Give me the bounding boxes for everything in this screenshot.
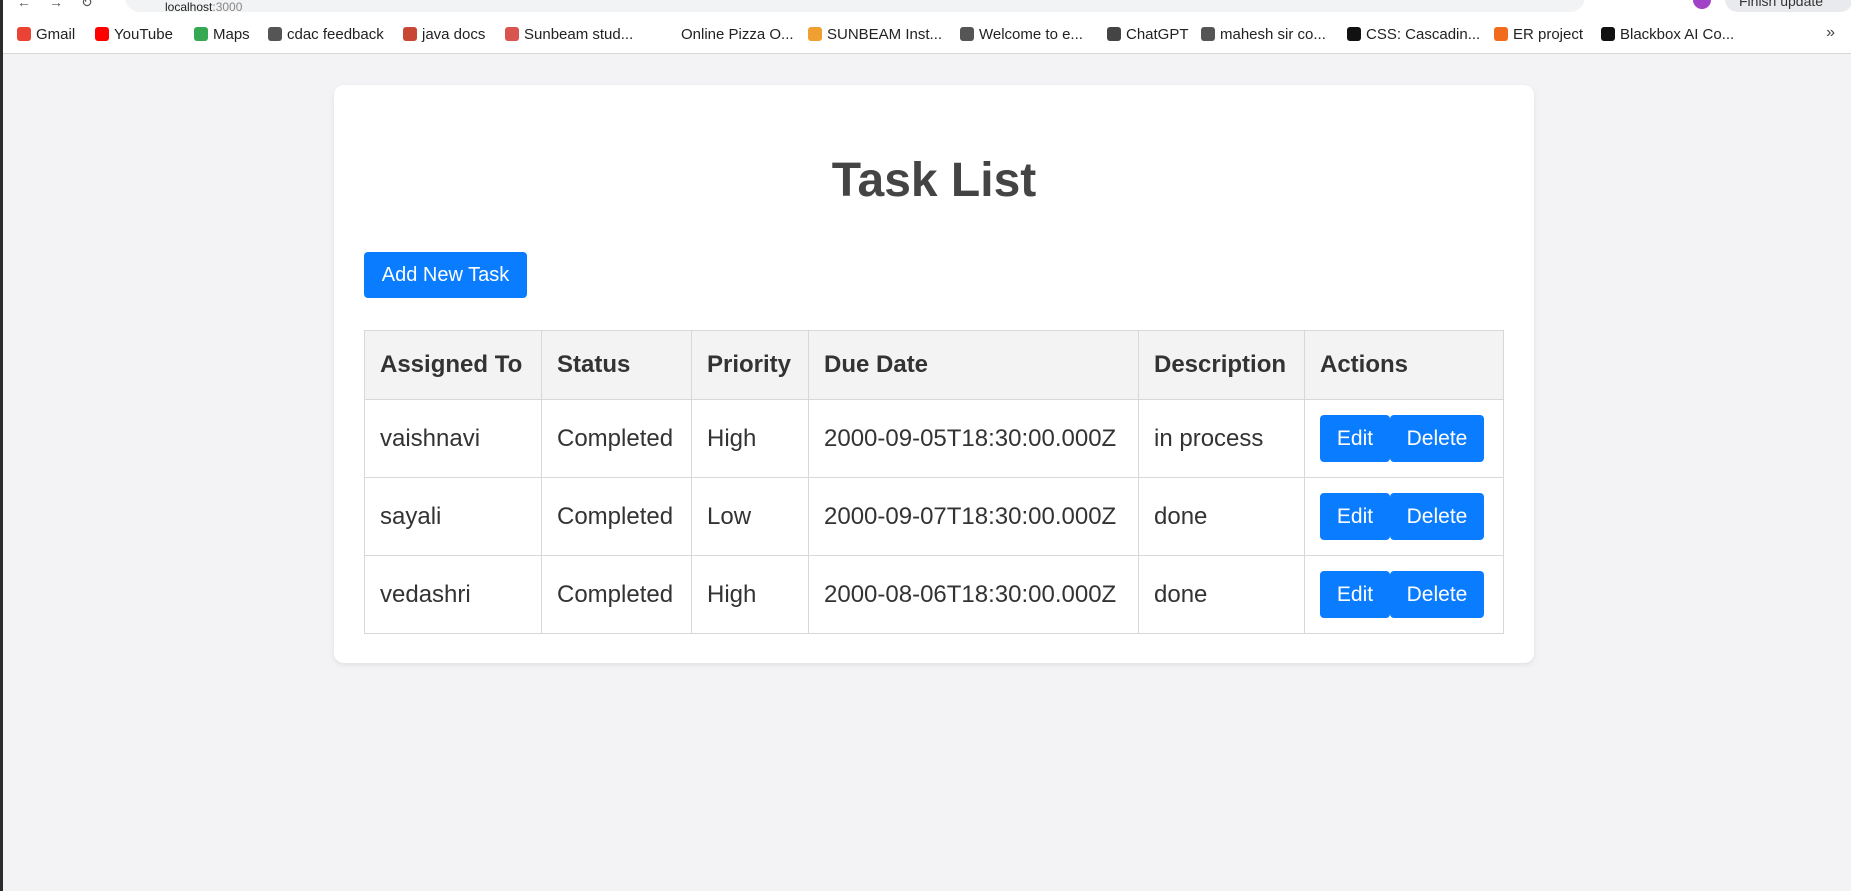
bookmark-item[interactable]: YouTube bbox=[95, 24, 173, 44]
bookmark-item[interactable]: Maps bbox=[194, 24, 250, 44]
window-edge bbox=[0, 0, 3, 891]
bookmark-label: cdac feedback bbox=[287, 25, 384, 43]
cell-priority: Low bbox=[691, 477, 809, 556]
bookmark-label: Sunbeam stud... bbox=[524, 25, 634, 43]
delete-button[interactable]: Delete bbox=[1390, 571, 1484, 618]
more-bookmarks-icon[interactable]: » bbox=[1826, 24, 1835, 42]
page-title: Task List bbox=[831, 154, 1037, 207]
gmail-icon bbox=[17, 27, 31, 41]
bookmark-item[interactable]: ChatGPT bbox=[1107, 24, 1189, 44]
bookmark-label: Gmail bbox=[36, 25, 76, 43]
edit-button[interactable]: Edit bbox=[1320, 415, 1390, 462]
header-status: Status bbox=[541, 330, 692, 400]
bookmark-label: CSS: Cascadin... bbox=[1366, 25, 1481, 43]
header-actions: Actions bbox=[1304, 330, 1504, 400]
bookmark-label: Maps bbox=[213, 25, 250, 43]
cell-due-date: 2000-08-06T18:30:00.000Z bbox=[808, 555, 1139, 634]
cell-priority: High bbox=[691, 555, 809, 634]
globe-icon bbox=[268, 27, 282, 41]
cell-due-date: 2000-09-07T18:30:00.000Z bbox=[808, 477, 1139, 556]
bookmark-label: SUNBEAM Inst... bbox=[827, 25, 943, 43]
cell-description: in process bbox=[1138, 399, 1305, 478]
cell-status: Completed bbox=[541, 477, 692, 556]
cell-assigned-to: vaishnavi bbox=[364, 399, 542, 478]
bookmark-item[interactable]: java docs bbox=[403, 24, 485, 44]
bookmark-label: mahesh sir co... bbox=[1220, 25, 1326, 43]
profile-avatar[interactable] bbox=[1693, 0, 1711, 9]
forward-icon[interactable]: → bbox=[49, 0, 63, 10]
bookmark-label: Online Pizza O... bbox=[681, 25, 794, 43]
globe-icon bbox=[1201, 27, 1215, 41]
chatgpt-icon bbox=[1107, 27, 1121, 41]
bookmark-item[interactable]: Gmail bbox=[17, 24, 75, 44]
bookmark-item[interactable]: Welcome to e... bbox=[960, 24, 1083, 44]
cell-assigned-to: vedashri bbox=[364, 555, 542, 634]
bookmark-item[interactable]: CSS: Cascadin... bbox=[1347, 24, 1480, 44]
bookmarks-bar: » Gmail YouTube Maps cdac feedback java docs… bbox=[3, 14, 1851, 54]
cell-due-date: 2000-09-05T18:30:00.000Z bbox=[808, 399, 1139, 478]
bookmark-item[interactable]: ER project bbox=[1494, 24, 1583, 44]
cell-priority: High bbox=[691, 399, 809, 478]
bookmark-label: YouTube bbox=[114, 25, 173, 43]
task-card: Task List Add New Task Assigned To Statu… bbox=[334, 85, 1534, 663]
bookmark-item[interactable]: SUNBEAM Inst... bbox=[808, 24, 942, 44]
bookmark-item[interactable]: Sunbeam stud... bbox=[505, 24, 633, 44]
blackbox-icon bbox=[1601, 27, 1615, 41]
bookmark-label: Welcome to e... bbox=[979, 25, 1083, 43]
maps-icon bbox=[194, 27, 208, 41]
mdn-icon bbox=[1347, 27, 1361, 41]
finish-update-button[interactable]: Finish update bbox=[1725, 0, 1851, 12]
bookmark-label: java docs bbox=[422, 25, 486, 43]
cell-description: done bbox=[1138, 555, 1305, 634]
cell-status: Completed bbox=[541, 555, 692, 634]
sunbeam-icon bbox=[505, 27, 519, 41]
cell-status: Completed bbox=[541, 399, 692, 478]
youtube-icon bbox=[95, 27, 109, 41]
back-icon[interactable]: ← bbox=[17, 0, 31, 10]
browser-toolbar: ← → ↻ localhost:3000 Finish update bbox=[3, 0, 1851, 14]
edit-button[interactable]: Edit bbox=[1320, 571, 1390, 618]
bookmark-item[interactable]: mahesh sir co... bbox=[1201, 24, 1326, 44]
cell-assigned-to: sayali bbox=[364, 477, 542, 556]
er-icon bbox=[1494, 27, 1508, 41]
cell-actions: Edit Delete bbox=[1304, 555, 1504, 634]
bookmark-item[interactable]: Blackbox AI Co... bbox=[1601, 24, 1734, 44]
cell-description: done bbox=[1138, 477, 1305, 556]
cell-actions: Edit Delete bbox=[1304, 399, 1504, 478]
delete-button[interactable]: Delete bbox=[1390, 415, 1484, 462]
header-due-date: Due Date bbox=[808, 330, 1139, 400]
delete-button[interactable]: Delete bbox=[1390, 493, 1484, 540]
table-header-row: Assigned To Status Priority Due Date Des… bbox=[364, 330, 1504, 400]
bookmark-item[interactable]: Online Pizza O... bbox=[676, 24, 794, 44]
edit-button[interactable]: Edit bbox=[1320, 493, 1390, 540]
bookmark-item[interactable]: cdac feedback bbox=[268, 24, 384, 44]
reload-icon[interactable]: ↻ bbox=[81, 0, 93, 11]
table-row: vedashri Completed High 2000-08-06T18:30… bbox=[364, 555, 1504, 634]
add-new-task-button[interactable]: Add New Task bbox=[364, 252, 527, 298]
bookmark-label: ChatGPT bbox=[1126, 25, 1189, 43]
bookmark-label: Blackbox AI Co... bbox=[1620, 25, 1735, 43]
header-priority: Priority bbox=[691, 330, 809, 400]
sunbeam-inst-icon bbox=[808, 27, 822, 41]
cell-actions: Edit Delete bbox=[1304, 477, 1504, 556]
globe-icon bbox=[960, 27, 974, 41]
header-assigned-to: Assigned To bbox=[364, 330, 542, 400]
oracle-icon bbox=[403, 27, 417, 41]
table-row: sayali Completed Low 2000-09-07T18:30:00… bbox=[364, 477, 1504, 556]
address-text: localhost:3000 bbox=[165, 0, 243, 14]
table-row: vaishnavi Completed High 2000-09-05T18:3… bbox=[364, 399, 1504, 478]
address-bar[interactable]: localhost:3000 bbox=[125, 0, 1585, 14]
bookmark-label: ER project bbox=[1513, 25, 1584, 43]
task-table: Assigned To Status Priority Due Date Des… bbox=[364, 330, 1504, 634]
header-description: Description bbox=[1138, 330, 1305, 400]
